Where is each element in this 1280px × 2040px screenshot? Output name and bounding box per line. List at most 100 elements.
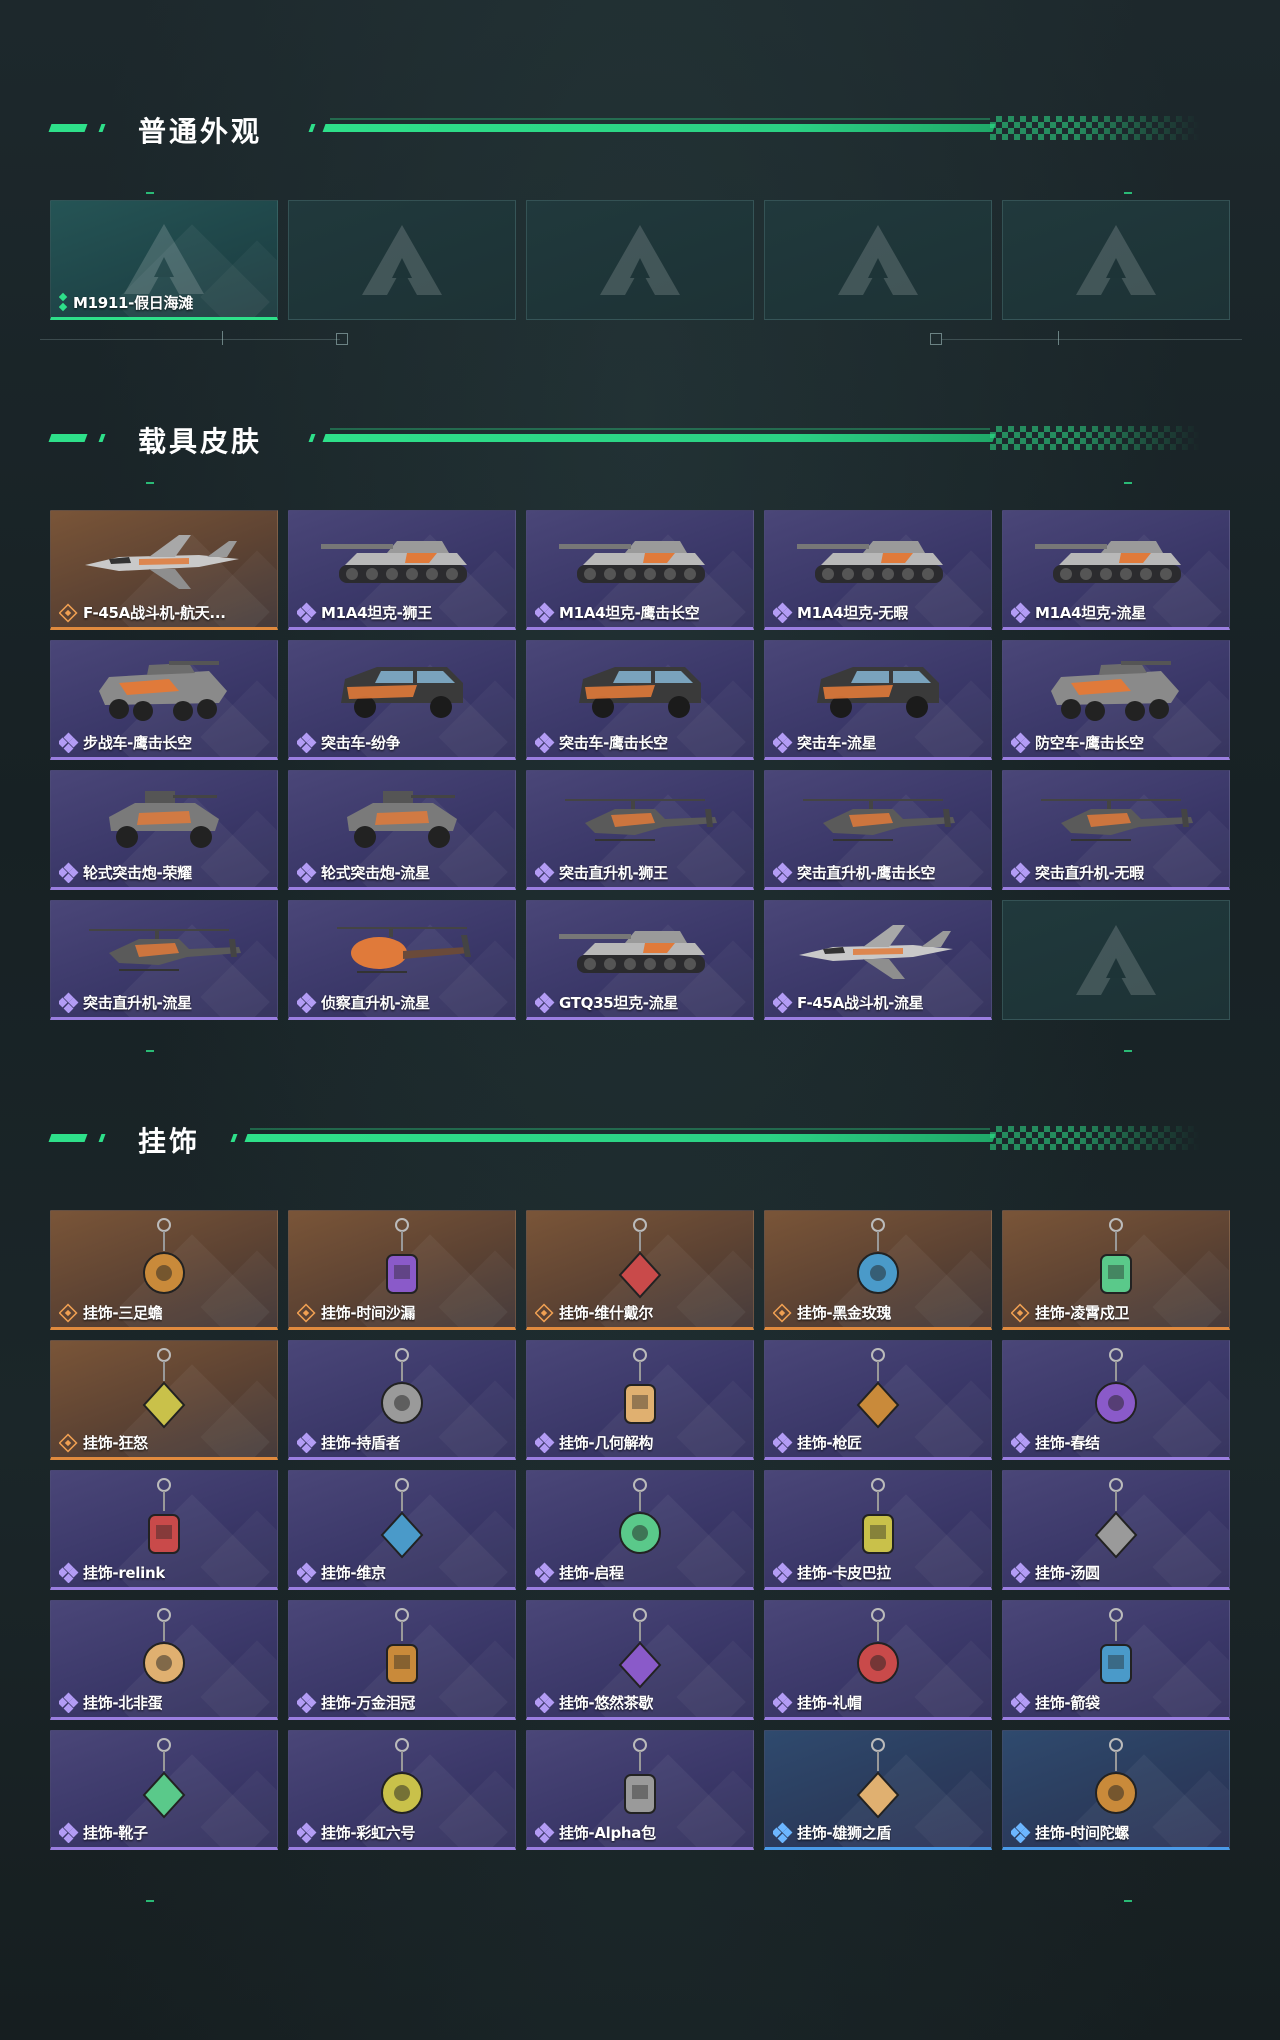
corner-mark xyxy=(1124,1900,1132,1902)
item-card[interactable]: 突击直升机-鹰击长空 xyxy=(764,770,992,890)
item-label: F-45A战斗机-流星 xyxy=(773,992,923,1013)
item-card[interactable]: 挂饰-枪匠 xyxy=(764,1340,992,1460)
item-card[interactable]: M1A4坦克-流星 xyxy=(1002,510,1230,630)
item-card[interactable]: 挂饰-卡皮巴拉 xyxy=(764,1470,992,1590)
item-card[interactable]: 挂饰-凌霄戍卫 xyxy=(1002,1210,1230,1330)
header-accent-dash xyxy=(48,124,88,132)
charm-icon xyxy=(367,1735,437,1825)
item-name: 挂饰-雄狮之盾 xyxy=(797,1824,892,1842)
item-card[interactable]: 侦察直升机-流星 xyxy=(288,900,516,1020)
item-card[interactable]: 挂饰-维什戴尔 xyxy=(526,1210,754,1330)
item-card[interactable]: 突击直升机-狮王 xyxy=(526,770,754,890)
item-card[interactable]: 挂饰-礼帽 xyxy=(764,1600,992,1720)
empty-slot-card[interactable] xyxy=(764,200,992,320)
rarity-orange-icon xyxy=(773,1302,792,1323)
rarity-purple-icon xyxy=(297,732,317,753)
rarity-purple-icon xyxy=(297,862,317,883)
item-card[interactable]: 挂饰-汤圆 xyxy=(1002,1470,1230,1590)
item-card[interactable]: 挂饰-时间沙漏 xyxy=(288,1210,516,1330)
item-card[interactable]: 轮式突击炮-流星 xyxy=(288,770,516,890)
item-card[interactable]: 防空车-鹰击长空 xyxy=(1002,640,1230,760)
header-bar xyxy=(322,124,996,132)
charm-icon xyxy=(129,1605,199,1695)
item-card[interactable]: 挂饰-持盾者 xyxy=(288,1340,516,1460)
item-name: 挂饰-持盾者 xyxy=(321,1434,401,1452)
corner-mark xyxy=(1124,192,1132,194)
item-card[interactable]: 挂饰-彩虹六号 xyxy=(288,1730,516,1850)
item-card[interactable]: 突击车-纷争 xyxy=(288,640,516,760)
item-card[interactable]: 挂饰-三足蟾 xyxy=(50,1210,278,1330)
item-card[interactable]: 突击直升机-流星 xyxy=(50,900,278,1020)
item-card[interactable]: 挂饰-万金泪冠 xyxy=(288,1600,516,1720)
tank-icon xyxy=(555,527,725,597)
item-card[interactable]: 突击直升机-无暇 xyxy=(1002,770,1230,890)
item-name: 挂饰-卡皮巴拉 xyxy=(797,1564,892,1582)
section-header-vehicles: 载具皮肤 xyxy=(0,418,1280,458)
game-logo-watermark xyxy=(838,225,918,295)
truck-icon xyxy=(555,657,725,727)
rarity-orange-icon xyxy=(59,1432,78,1453)
charms-grid: 挂饰-三足蟾 挂饰-时间沙漏 挂饰-维什戴尔 挂饰-黑金玫瑰 挂饰-凌霄戍卫 挂饰-狂怒挂… xyxy=(50,1210,1230,1850)
item-name: 挂饰-时间陀螺 xyxy=(1035,1824,1130,1842)
item-card[interactable]: 挂饰-relink xyxy=(50,1470,278,1590)
header-accent-dash xyxy=(48,434,88,442)
item-label: 挂饰-启程 xyxy=(535,1562,624,1583)
rarity-orange-icon xyxy=(1011,1302,1030,1323)
item-name: M1911-假日海滩 xyxy=(73,294,193,312)
item-label: 突击车-鹰击长空 xyxy=(535,732,668,753)
corner-mark xyxy=(146,482,154,484)
item-name: M1A4坦克-流星 xyxy=(1035,604,1146,622)
item-card[interactable]: M1A4坦克-无暇 xyxy=(764,510,992,630)
item-label: 侦察直升机-流星 xyxy=(297,992,430,1013)
item-label: 轮式突击炮-荣耀 xyxy=(59,862,192,883)
rarity-purple-icon xyxy=(59,1692,79,1713)
corner-mark xyxy=(146,192,154,194)
item-card[interactable]: M1A4坦克-狮王 xyxy=(288,510,516,630)
item-label: 挂饰-春结 xyxy=(1011,1432,1100,1453)
item-card[interactable]: 挂饰-时间陀螺 xyxy=(1002,1730,1230,1850)
item-card[interactable]: GTQ35坦克-流星 xyxy=(526,900,754,1020)
empty-slot-card[interactable] xyxy=(288,200,516,320)
item-name: 轮式突击炮-流星 xyxy=(321,864,430,882)
item-card[interactable]: 挂饰-雄狮之盾 xyxy=(764,1730,992,1850)
item-card[interactable]: 挂饰-狂怒 xyxy=(50,1340,278,1460)
game-logo-watermark xyxy=(1076,925,1156,995)
empty-slot-card[interactable] xyxy=(526,200,754,320)
item-label: 挂饰-持盾者 xyxy=(297,1432,400,1453)
empty-slot-card[interactable] xyxy=(1002,900,1230,1020)
item-card[interactable]: 挂饰-启程 xyxy=(526,1470,754,1590)
item-card[interactable]: 挂饰-Alpha包 xyxy=(526,1730,754,1850)
item-card[interactable]: 步战车-鹰击长空 xyxy=(50,640,278,760)
item-card[interactable]: F-45A战斗机-航天... xyxy=(50,510,278,630)
section-header-appearance: 普通外观 xyxy=(0,108,1280,148)
item-card[interactable]: F-45A战斗机-流星 xyxy=(764,900,992,1020)
item-card[interactable]: 挂饰-维京 xyxy=(288,1470,516,1590)
item-label: 挂饰-维什戴尔 xyxy=(535,1302,653,1323)
item-name: 挂饰-维什戴尔 xyxy=(559,1304,654,1322)
item-card[interactable]: 轮式突击炮-荣耀 xyxy=(50,770,278,890)
item-card[interactable]: 突击车-鹰击长空 xyxy=(526,640,754,760)
item-card[interactable]: 挂饰-春结 xyxy=(1002,1340,1230,1460)
item-label: 挂饰-黑金玫瑰 xyxy=(773,1302,891,1323)
rarity-purple-icon xyxy=(535,1692,555,1713)
item-card[interactable]: 挂饰-黑金玫瑰 xyxy=(764,1210,992,1330)
item-label: M1A4坦克-狮王 xyxy=(297,602,432,623)
empty-slot-card[interactable] xyxy=(1002,200,1230,320)
scout-helicopter-icon xyxy=(317,917,487,987)
item-card[interactable]: 挂饰-北非蛋 xyxy=(50,1600,278,1720)
rarity-teal-icon xyxy=(59,294,67,312)
item-label: 挂饰-狂怒 xyxy=(59,1432,148,1453)
item-card[interactable]: 挂饰-悠然茶歇 xyxy=(526,1600,754,1720)
item-card[interactable]: 挂饰-箭袋 xyxy=(1002,1600,1230,1720)
item-card[interactable]: M1911-假日海滩 xyxy=(50,200,278,320)
item-label: M1A4坦克-无暇 xyxy=(773,602,908,623)
item-name: 突击直升机-流星 xyxy=(83,994,192,1012)
header-thin-line xyxy=(330,118,990,120)
item-card[interactable]: 挂饰-几何解构 xyxy=(526,1340,754,1460)
game-logo-watermark xyxy=(124,224,204,294)
item-card[interactable]: M1A4坦克-鹰击长空 xyxy=(526,510,754,630)
item-label: 突击直升机-流星 xyxy=(59,992,192,1013)
item-card[interactable]: 挂饰-靴子 xyxy=(50,1730,278,1850)
item-name: 轮式突击炮-荣耀 xyxy=(83,864,192,882)
item-card[interactable]: 突击车-流星 xyxy=(764,640,992,760)
